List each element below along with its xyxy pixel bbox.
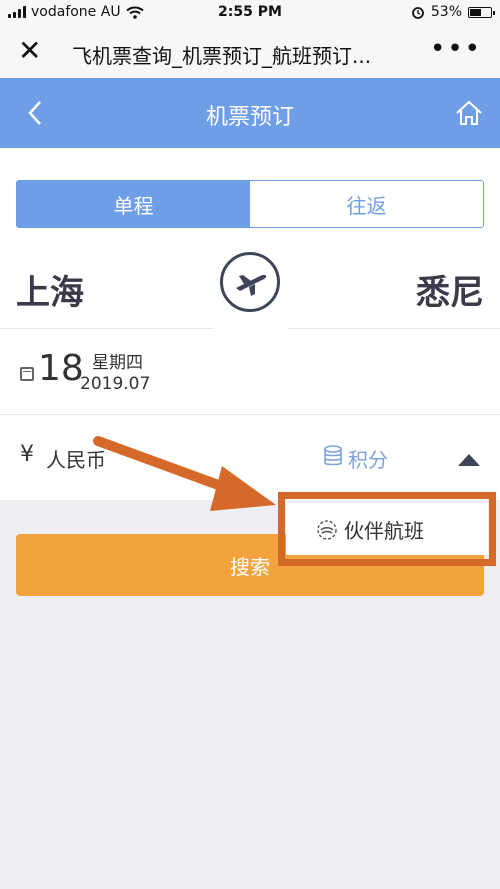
departure-city[interactable]: 上海 (16, 265, 84, 314)
swap-cities-button[interactable] (213, 242, 287, 328)
payment-row: ¥ 人民币 积分 (0, 414, 500, 500)
database-icon (324, 445, 342, 466)
date-day: 18 (38, 348, 84, 389)
battery-percent: 53% (430, 4, 462, 20)
status-bar: vodafone AU 2:55 PM 53% (0, 0, 500, 26)
currency-option-points[interactable]: 积分 (348, 444, 388, 473)
tab-round-trip[interactable]: 往返 (250, 181, 483, 227)
alarm-icon (411, 7, 424, 19)
home-icon[interactable] (454, 98, 484, 128)
trip-type-toggle: 单程 往返 (16, 180, 484, 228)
yen-icon: ¥ (20, 442, 34, 467)
date-selector[interactable]: 18 星期四 2019.07 (0, 328, 500, 414)
battery-icon (468, 6, 495, 18)
plane-icon (236, 274, 267, 296)
tab-one-way[interactable]: 单程 (17, 181, 250, 227)
calendar-icon (20, 367, 34, 381)
date-year-month: 2019.07 (80, 374, 151, 394)
more-icon[interactable]: ••• (430, 34, 482, 64)
currency-option-rmb[interactable]: 人民币 (46, 444, 106, 473)
annotation-highlight-box (278, 492, 496, 566)
date-weekday: 星期四 (92, 353, 143, 373)
booking-form: 单程 往返 上海 悉尼 18 星期四 2019.07 ¥ 人民币 积分 (0, 148, 500, 500)
arrival-city[interactable]: 悉尼 (416, 265, 484, 314)
caret-up-icon[interactable] (458, 454, 480, 466)
browser-nav-bar: ✕ 飞机票查询_机票预订_航班预订... ••• (0, 26, 500, 78)
header-title: 机票预订 (205, 105, 294, 130)
close-icon[interactable]: ✕ (18, 36, 41, 66)
status-right: 53% (411, 4, 495, 20)
app-header: 机票预订 (0, 78, 500, 148)
page-title: 飞机票查询_机票预订_航班预订... (72, 44, 372, 68)
